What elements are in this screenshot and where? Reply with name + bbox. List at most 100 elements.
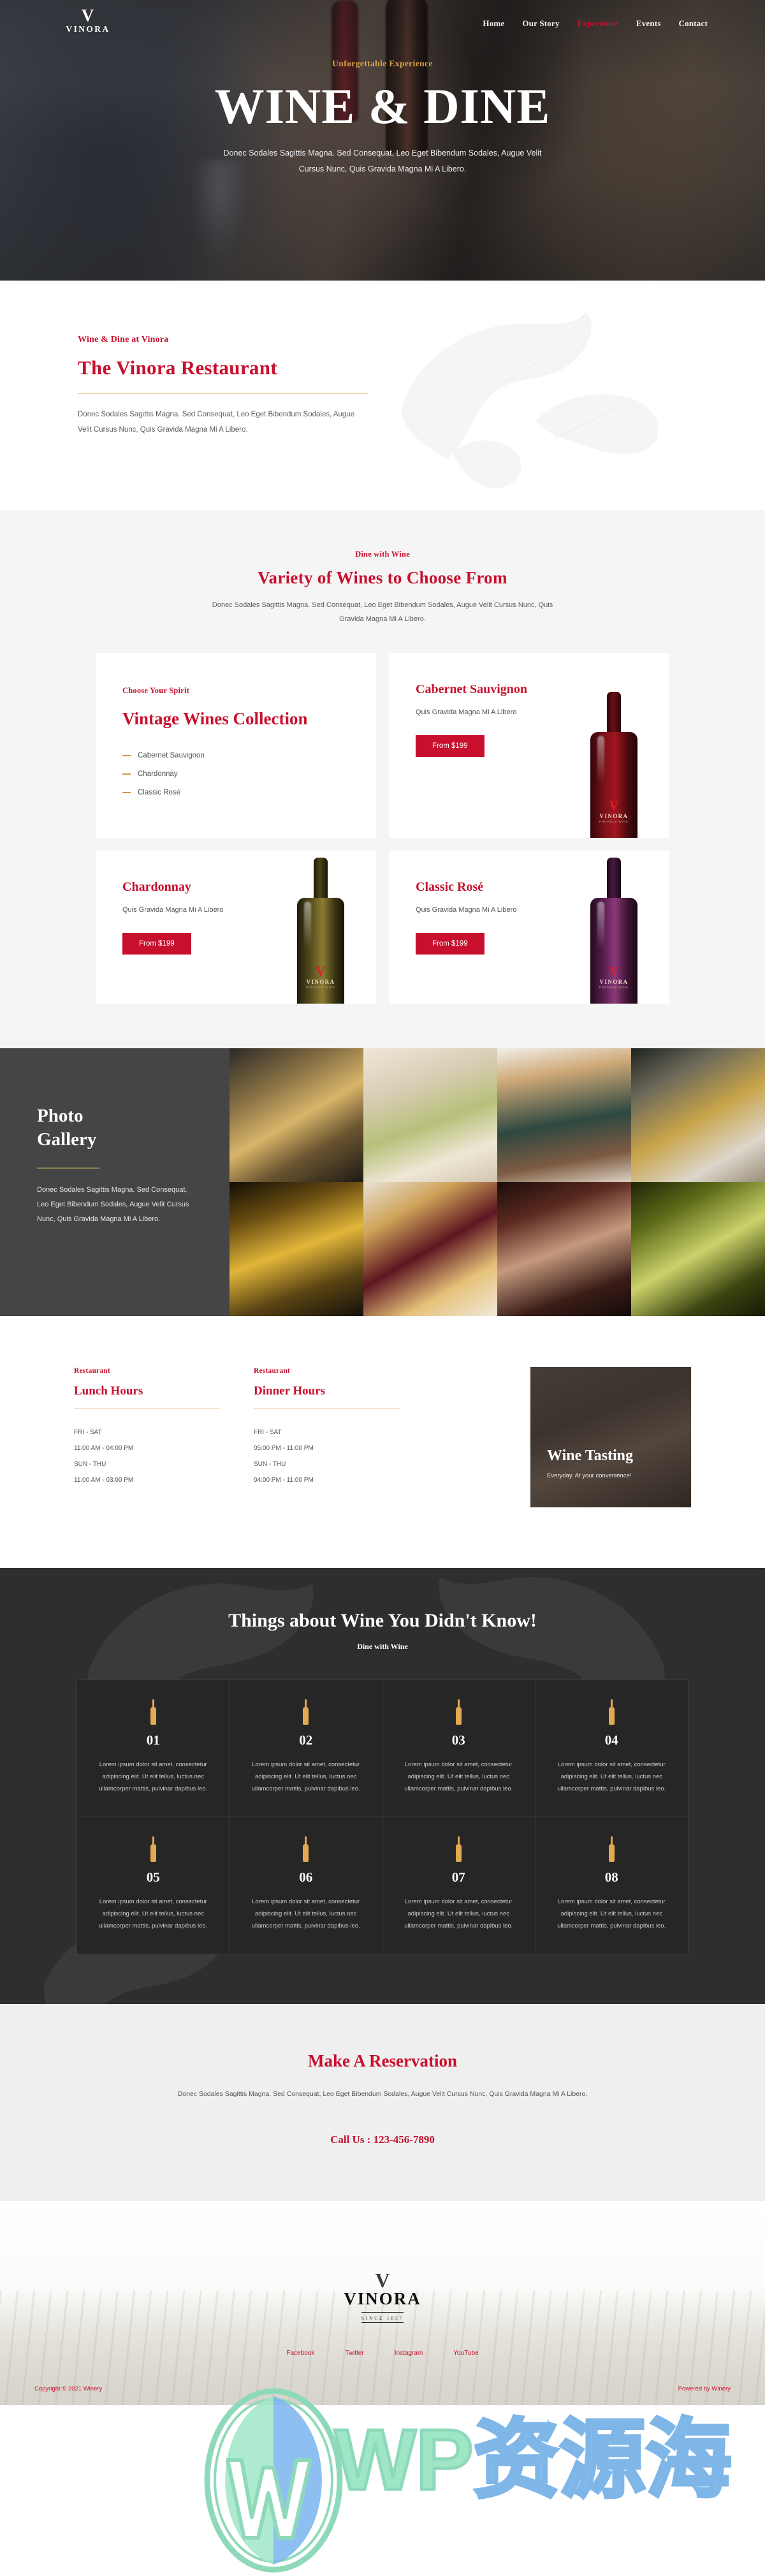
product-price-button[interactable]: From $199 — [416, 932, 484, 955]
site-footer: V VINORA SINCE 1857 Facebook Twitter Ins… — [0, 2200, 765, 2405]
wine-product-card-rose: Classic Rosé Quis Gravida Magna Mi A Lib… — [389, 850, 669, 1004]
fact-number: 03 — [451, 1732, 465, 1748]
fact-card: 05 Lorem ipsum dolor sit amet, consectet… — [77, 1817, 230, 1954]
reservation-title: Make A Reservation — [308, 2051, 457, 2070]
gallery-photo-woman-drinking-wine[interactable] — [497, 1048, 631, 1182]
dinner-kicker: Restaurant — [254, 1366, 290, 1375]
bottle-neck — [607, 857, 621, 904]
wine-bottle-icon: V VINORA PREMIUM WINE — [297, 857, 344, 1004]
opening-hours-section: Restaurant Lunch Hours FRI - SAT 11:00 A… — [0, 1315, 765, 1568]
dash-icon — [122, 791, 131, 793]
fact-card: 06 Lorem ipsum dolor sit amet, consectet… — [230, 1817, 382, 1954]
lunch-kicker: Restaurant — [74, 1366, 110, 1375]
fact-text: Lorem ipsum dolor sit amet, consectetur … — [251, 1760, 360, 1792]
hero-subtitle-line-2: Cursus Nunc, Quis Gravida Magna Mi A Lib… — [298, 164, 467, 173]
call-us-link[interactable]: Call Us : 123-456-7890 — [330, 2133, 435, 2146]
bottle-icon — [399, 1699, 518, 1725]
bottle-icon — [552, 1699, 672, 1725]
wine-tasting-subtitle: Everyday. At your convenience! — [547, 1472, 632, 1479]
bottle-highlight — [304, 901, 311, 949]
nav-item-experience[interactable]: Experience — [578, 18, 618, 29]
product-image: V VINORA PREMIUM WINE — [567, 653, 669, 838]
wine-bottle-icon: V VINORA PREMIUM WINE — [590, 857, 638, 1004]
gallery-title-line-2: Gallery — [37, 1129, 97, 1150]
footer-since-label: SINCE 1857 — [361, 2311, 404, 2323]
fact-number: 02 — [299, 1732, 313, 1748]
watermark-letter-w: W — [333, 2411, 417, 2508]
bottle-label-mark: V — [609, 965, 619, 979]
bottle-neck — [314, 857, 328, 904]
list-item[interactable]: Chardonnay — [122, 770, 349, 778]
watermark-chinese-text: 资源海 — [472, 2411, 733, 2508]
gallery-body: Donec Sodales Sagittis Magna. Sed Conseq… — [37, 1186, 189, 1224]
fact-text: Lorem ipsum dolor sit amet, consectetur … — [404, 1898, 513, 1929]
nav-item-our-story[interactable]: Our Story — [522, 18, 559, 29]
wine-tasting-card[interactable]: Wine Tasting Everyday. At your convenien… — [530, 1366, 691, 1507]
fact-text: Lorem ipsum dolor sit amet, consectetur … — [251, 1898, 360, 1929]
hero-title: WINE & DINE — [214, 78, 551, 134]
site-logo[interactable]: V VINORA — [57, 7, 119, 34]
gallery-photo-canapes-and-wine-shots[interactable] — [363, 1182, 497, 1316]
nav-item-home[interactable]: Home — [483, 18, 504, 29]
social-link-facebook[interactable]: Facebook — [286, 2350, 314, 2357]
wines-header: Dine with Wine Variety of Wines to Choos… — [0, 550, 765, 626]
logo-text: VINORA — [66, 24, 110, 34]
gallery-photo-plated-dish-fork[interactable] — [631, 1048, 765, 1182]
product-price-button[interactable]: From $199 — [122, 932, 191, 955]
hero-content: Unforgettable Experience WINE & DINE Don… — [0, 34, 765, 177]
fact-number: 08 — [604, 1869, 618, 1885]
photo-gallery-section: Photo Gallery Donec Sodales Sagittis Mag… — [0, 1048, 765, 1316]
fact-card: 08 Lorem ipsum dolor sit amet, consectet… — [536, 1817, 688, 1954]
social-link-twitter[interactable]: Twitter — [345, 2350, 363, 2357]
product-image: V VINORA PREMIUM WINE — [567, 851, 669, 1004]
dash-icon — [122, 773, 131, 775]
list-item[interactable]: Classic Rosé — [122, 789, 349, 796]
gallery-photo-pouring-white-wine[interactable] — [631, 1182, 765, 1316]
product-image: V VINORA PREMIUM WINE — [274, 851, 376, 1004]
collection-item-label: Chardonnay — [138, 770, 178, 778]
list-item[interactable]: Cabernet Sauvignon — [122, 752, 349, 759]
wines-section: Dine with Wine Variety of Wines to Choos… — [0, 510, 765, 1048]
bottle-icon — [247, 1836, 366, 1862]
product-name: Classic Rosé — [416, 879, 484, 894]
hero-subtitle-line-1: Donec Sodales Sagittis Magna. Sed Conseq… — [223, 148, 542, 157]
lunch-time-1: 11:00 AM - 04:00 PM — [74, 1444, 134, 1452]
gallery-title: Photo Gallery — [37, 1104, 194, 1152]
collection-title: Vintage Wines Collection — [122, 709, 308, 728]
fact-card: 03 Lorem ipsum dolor sit amet, consectet… — [382, 1680, 536, 1817]
bottle-icon — [399, 1836, 518, 1862]
collection-item-label: Classic Rosé — [138, 788, 181, 796]
hero-subtitle: Donec Sodales Sagittis Magna. Sed Conseq… — [0, 145, 765, 177]
lunch-day-2: SUN - THU — [74, 1460, 106, 1468]
intro-title: The Vinora Restaurant — [78, 356, 277, 379]
reservation-section: Make A Reservation Donec Sodales Sagitti… — [0, 2003, 765, 2201]
lunch-day-1: FRI - SAT — [74, 1428, 102, 1436]
footer-content: V VINORA SINCE 1857 Facebook Twitter Ins… — [0, 2201, 765, 2405]
bottle-label-mark: V — [609, 799, 619, 814]
gallery-photo-white-wine-glass[interactable] — [229, 1182, 363, 1316]
dinner-time-1: 05:00 PM - 11:00 PM — [254, 1444, 314, 1452]
gallery-photo-toasting-glasses[interactable] — [229, 1048, 363, 1182]
product-description: Quis Gravida Magna Mi A Libero — [122, 905, 224, 914]
grape-leaf-decoration-icon — [402, 312, 659, 488]
product-price-button[interactable]: From $199 — [416, 735, 484, 757]
social-link-youtube[interactable]: YouTube — [453, 2350, 478, 2357]
wine-facts-section: Things about Wine You Didn't Know! Dine … — [0, 1567, 765, 2004]
gallery-photo-rose-wine-glasses[interactable] — [497, 1182, 631, 1316]
bottle-label-mark: V — [316, 965, 326, 979]
fact-text: Lorem ipsum dolor sit amet, consectetur … — [557, 1898, 666, 1929]
wine-product-card-cabernet: Cabernet Sauvignon Quis Gravida Magna Mi… — [389, 653, 669, 838]
dinner-title: Dinner Hours — [254, 1384, 326, 1398]
wines-body: Donec Sodales Sagittis Magna. Sed Conseq… — [212, 601, 553, 623]
nav-item-contact[interactable]: Contact — [679, 18, 708, 29]
footer-bottom-bar: Copyright © 2021 Winery Powered by Winer… — [0, 2385, 765, 2392]
nav-item-events[interactable]: Events — [636, 18, 661, 29]
social-link-instagram[interactable]: Instagram — [395, 2350, 423, 2357]
fact-card: 07 Lorem ipsum dolor sit amet, consectet… — [382, 1817, 536, 1954]
lunch-title: Lunch Hours — [74, 1384, 143, 1398]
fact-text: Lorem ipsum dolor sit amet, consectetur … — [99, 1760, 208, 1792]
footer-copyright: Copyright © 2021 Winery — [34, 2385, 103, 2392]
gallery-photo-table-setting-place-card[interactable] — [363, 1048, 497, 1182]
restaurant-intro-section: Wine & Dine at Vinora The Vinora Restaur… — [0, 281, 765, 510]
bottle-highlight — [597, 735, 604, 783]
